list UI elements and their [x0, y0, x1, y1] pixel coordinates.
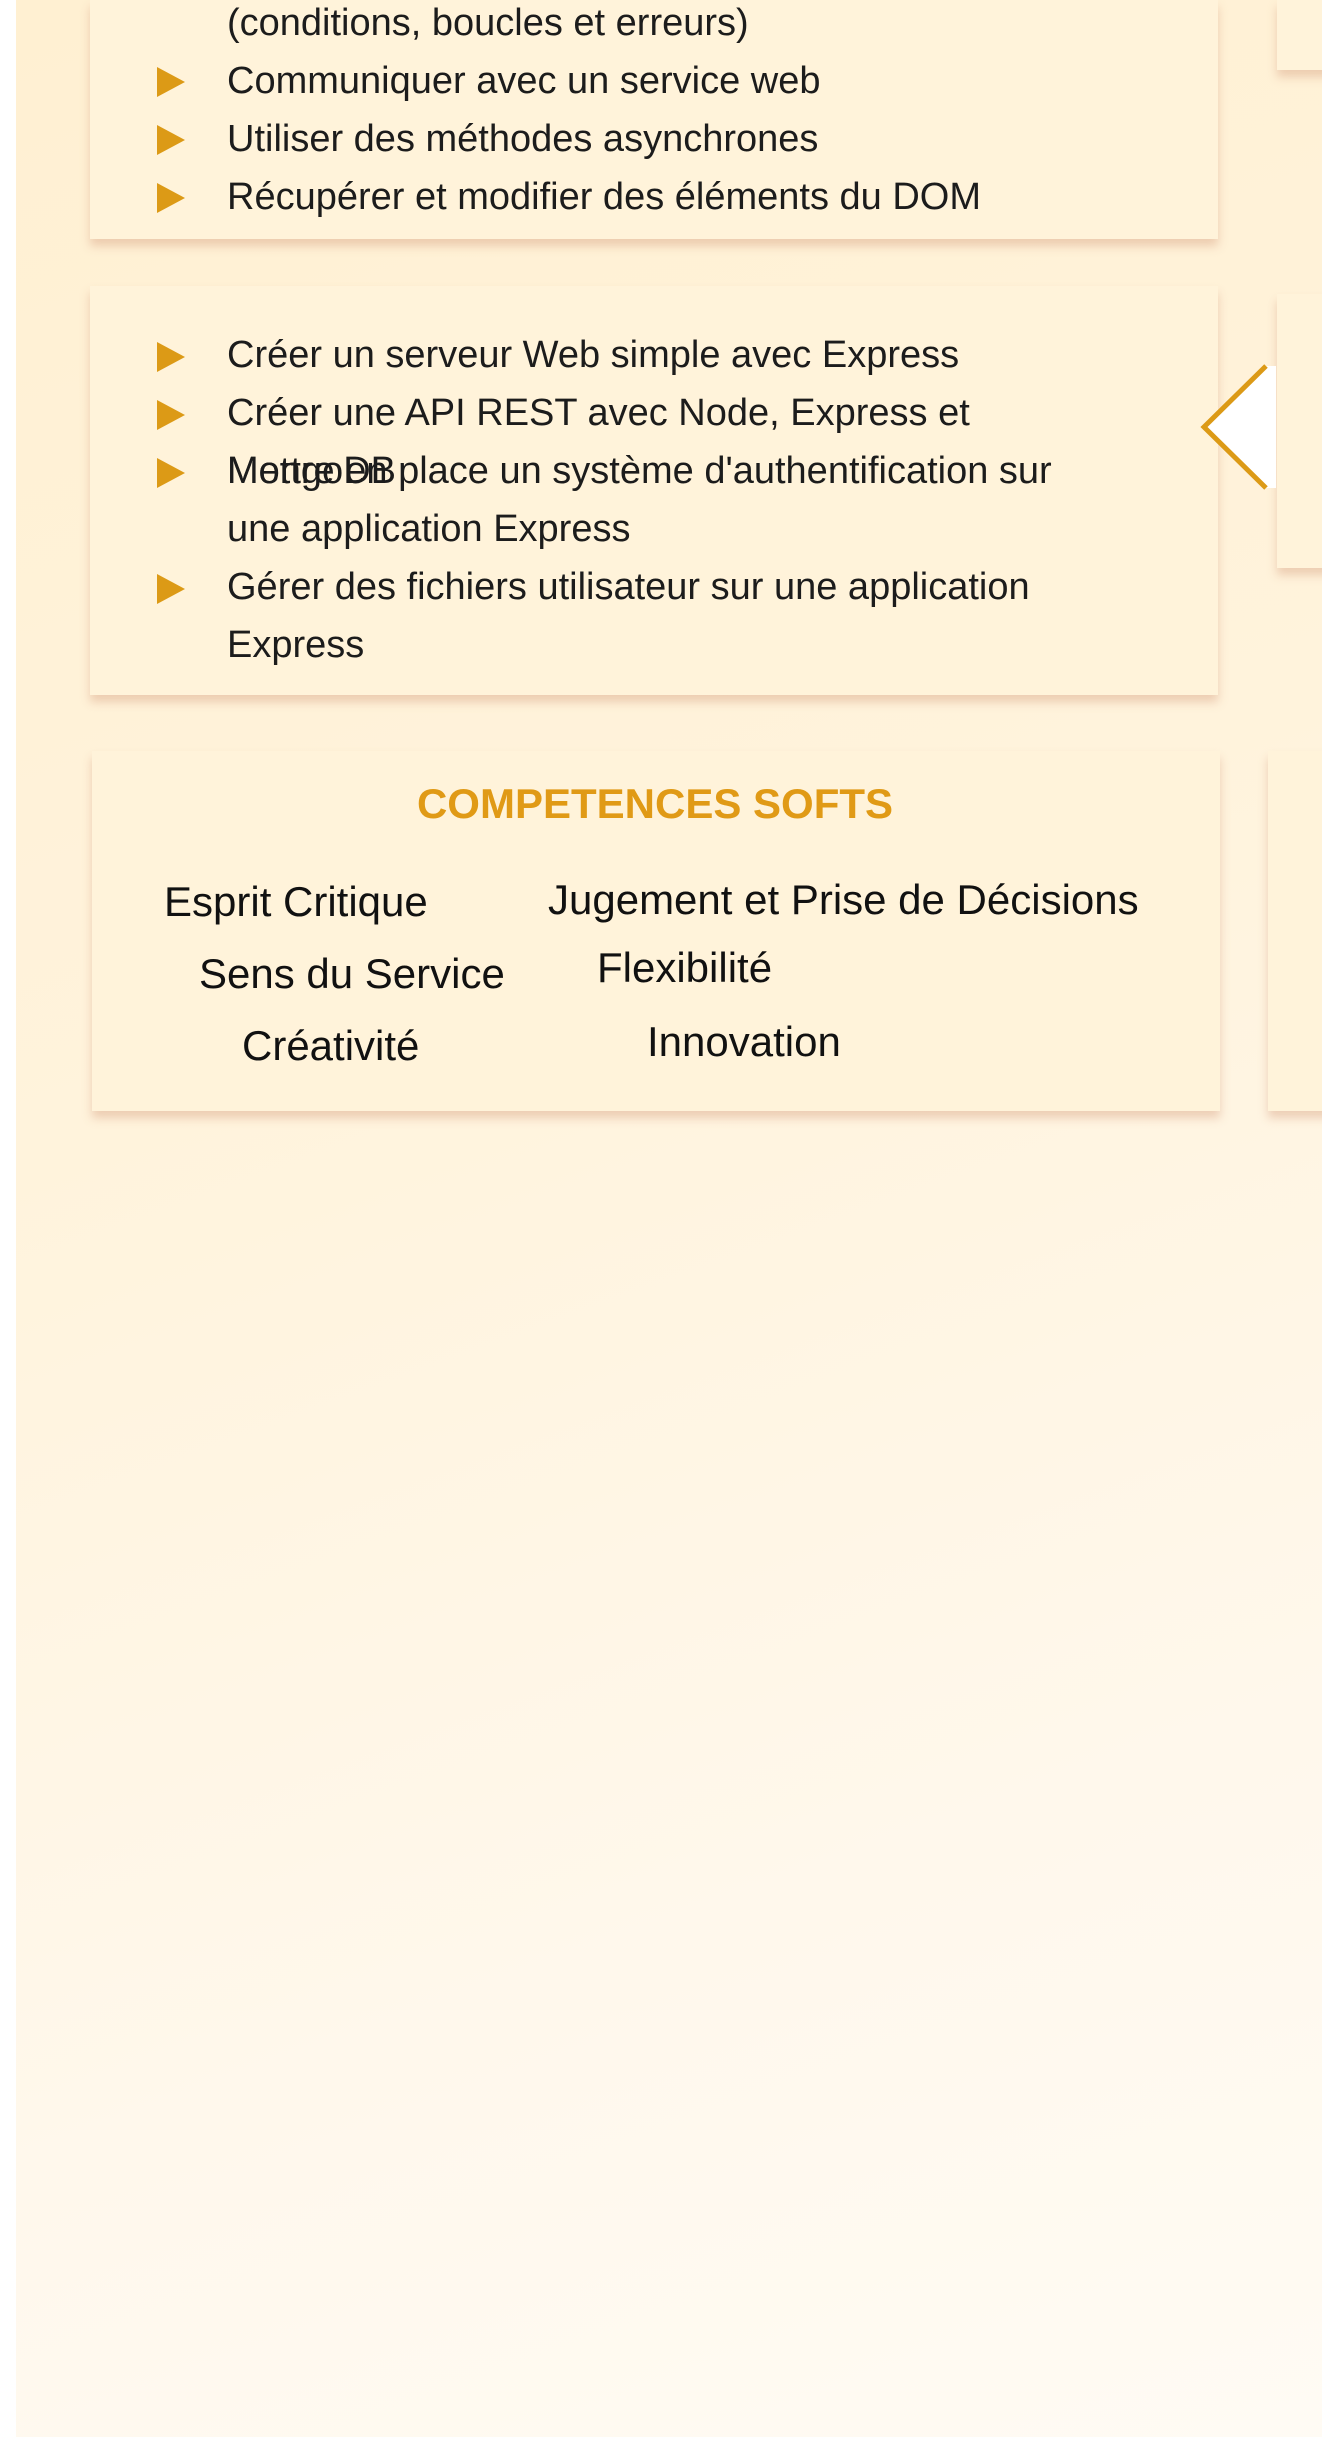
list-item-text: Récupérer et modifier des éléments du DO…	[227, 176, 981, 218]
soft-skill: Esprit Critique	[164, 878, 428, 925]
triangle-right-icon	[157, 183, 185, 213]
soft-skills-title: COMPETENCES SOFTS	[416, 780, 894, 827]
continuation-line: (conditions, boucles et erreurs)	[227, 2, 749, 44]
list-item-text: Utiliser des méthodes asynchrones	[227, 118, 819, 160]
soft-skill: Créativité	[242, 1022, 420, 1069]
list-item-text: Gérer des fichiers utilisateur sur une a…	[227, 566, 1030, 666]
soft-skill: Jugement et Prise de Décisions	[548, 876, 1139, 923]
side-card-top	[1277, 0, 1322, 70]
side-card-middle	[1277, 294, 1322, 568]
triangle-right-icon	[157, 574, 185, 604]
soft-skill: Flexibilité	[597, 944, 773, 991]
soft-skill: Innovation	[647, 1018, 841, 1065]
triangle-right-icon	[157, 458, 185, 488]
list-item-text: Mettre en place un système d'authentific…	[227, 450, 1052, 550]
triangle-right-icon	[157, 342, 185, 372]
chevron-left-icon[interactable]	[1200, 362, 1280, 492]
triangle-right-icon	[157, 67, 185, 97]
list-item-text: Créer un serveur Web simple avec Express	[227, 334, 960, 376]
triangle-right-icon	[157, 125, 185, 155]
triangle-right-icon	[157, 400, 185, 430]
list-item-text: Communiquer avec un service web	[227, 60, 821, 102]
side-card-bottom	[1268, 751, 1322, 1111]
soft-skill: Sens du Service	[199, 950, 505, 997]
